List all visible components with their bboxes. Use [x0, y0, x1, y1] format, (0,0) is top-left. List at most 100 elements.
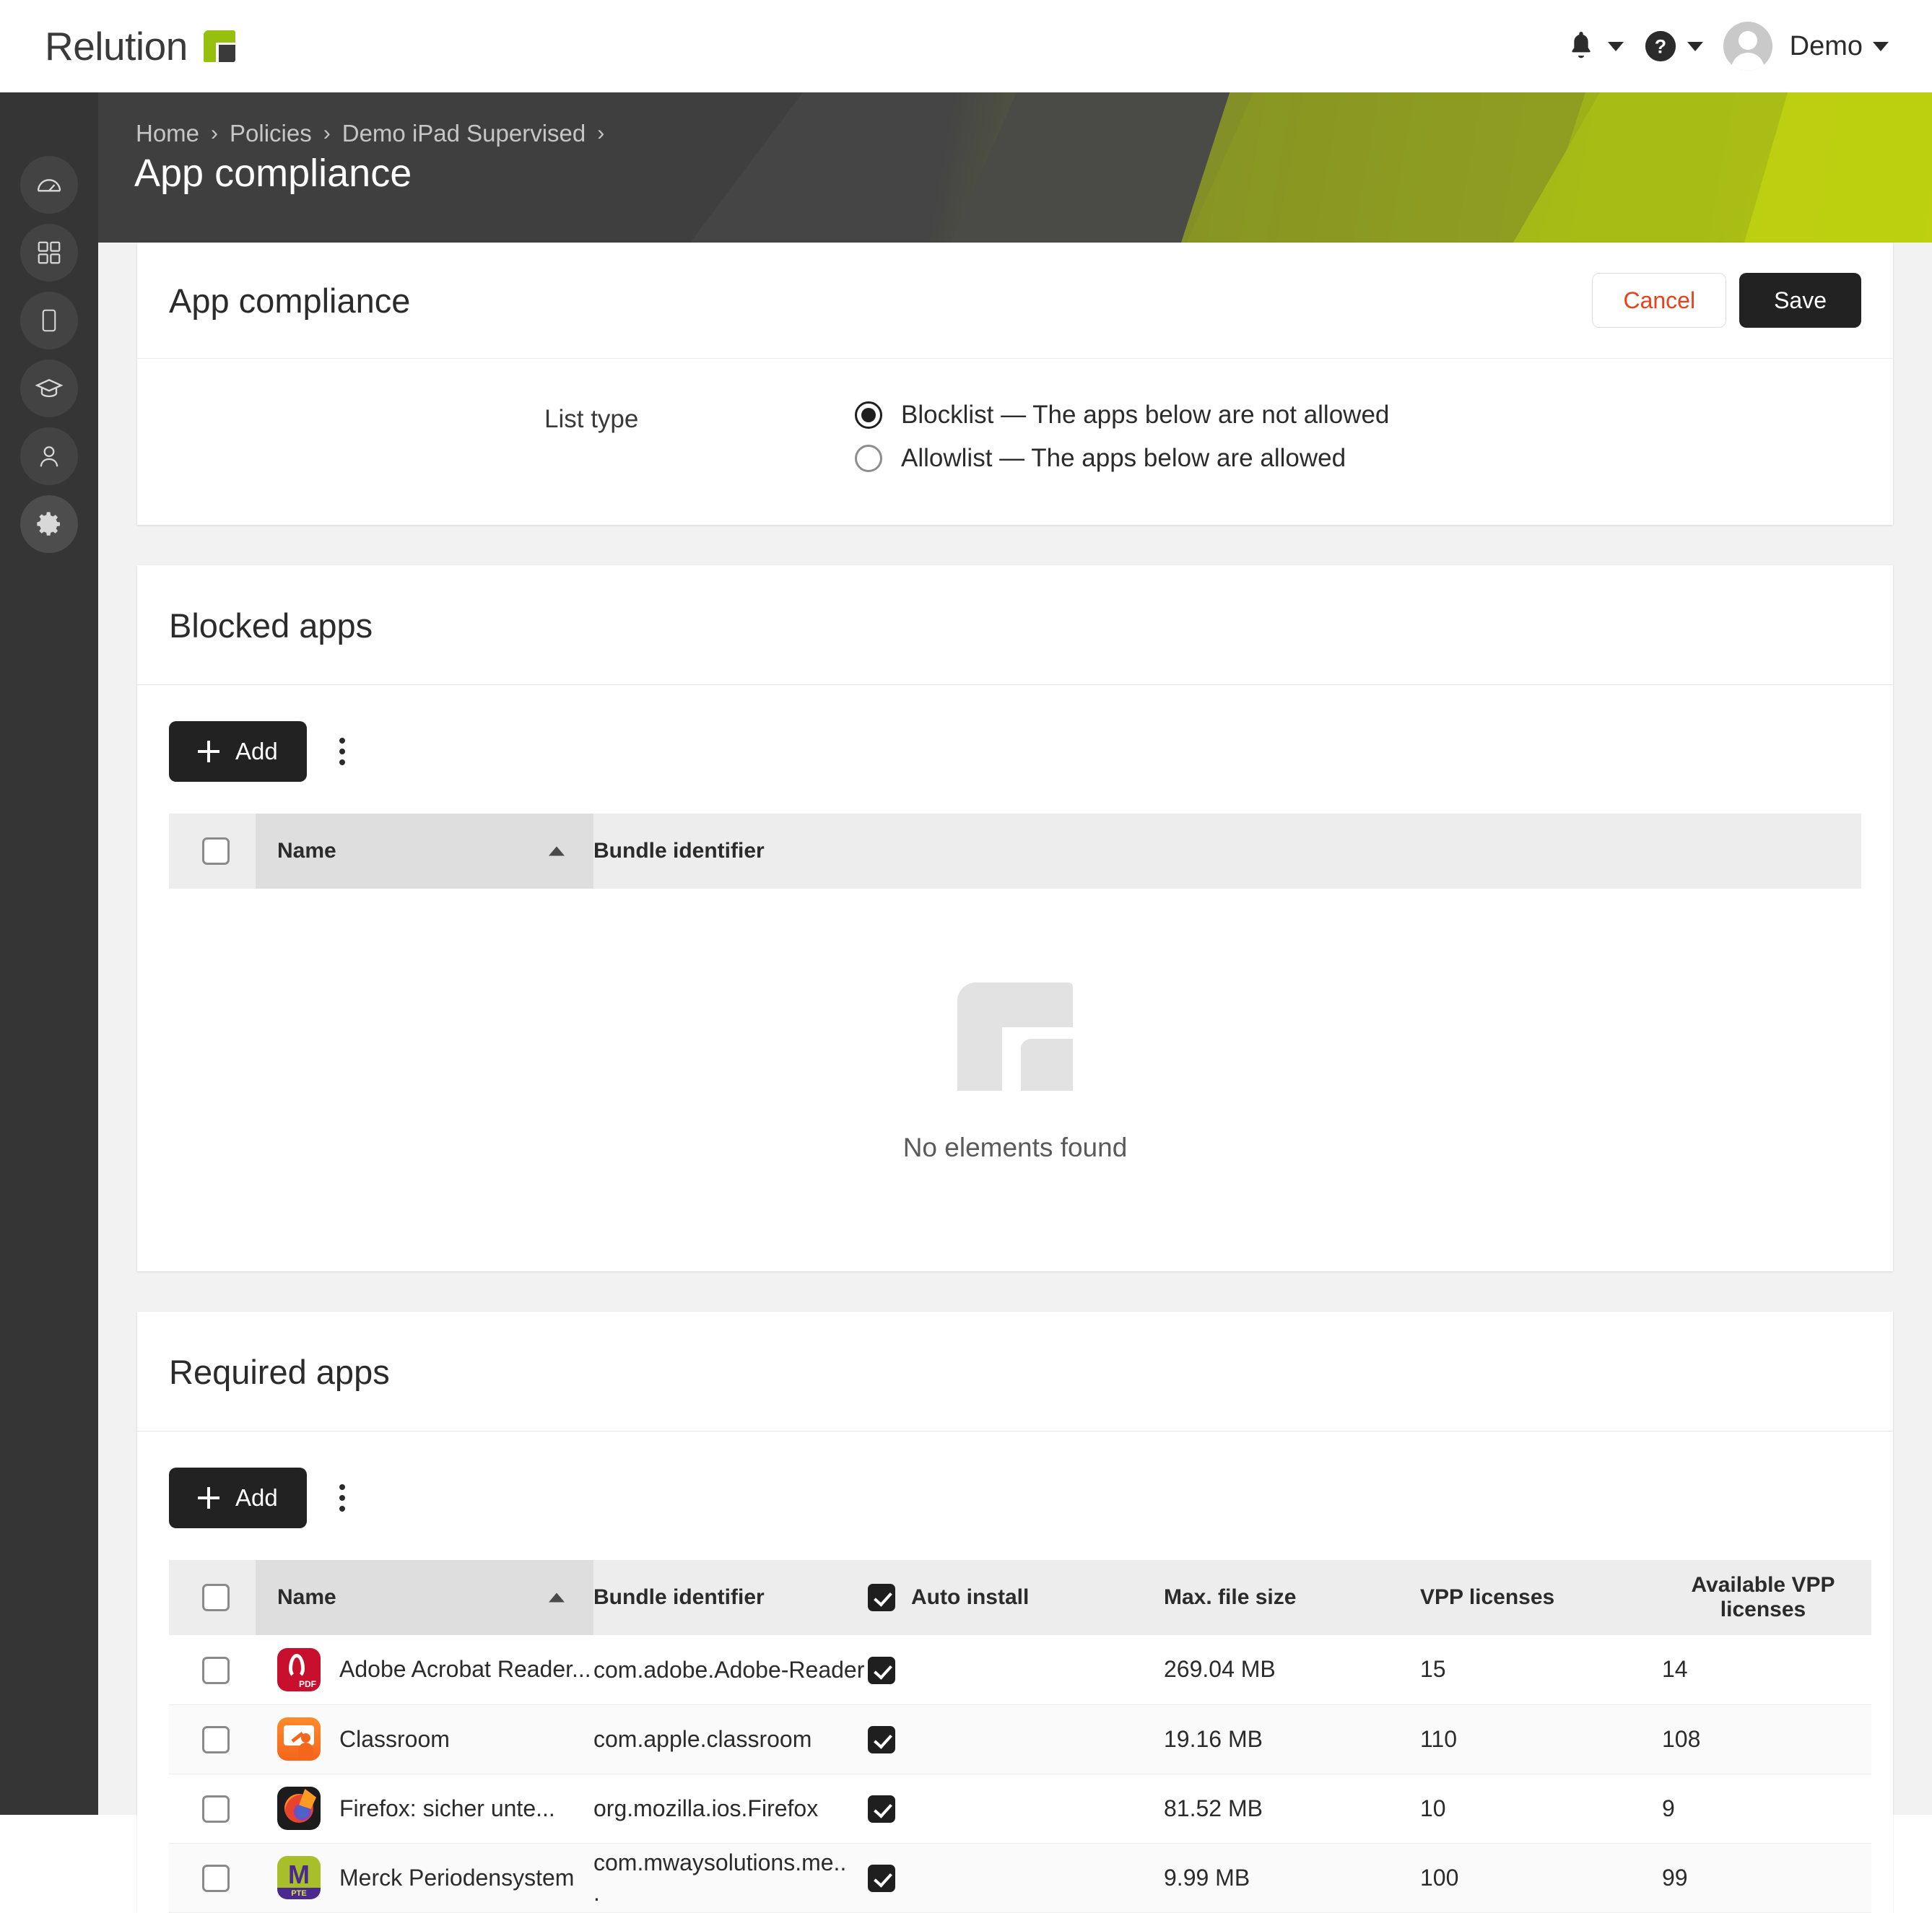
- max-file-size-label: 19.16 MB: [1164, 1725, 1263, 1752]
- auto-install-cell: [868, 1843, 1164, 1913]
- adobe-acrobat-reader-icon: PDF: [277, 1647, 321, 1691]
- select-all-checkbox[interactable]: [202, 837, 230, 865]
- vpp-licenses-label: 15: [1420, 1656, 1446, 1683]
- column-header-bundle[interactable]: Bundle identifier: [593, 814, 1861, 889]
- auto-install-cell: [868, 1704, 1164, 1774]
- row-checkbox[interactable]: [202, 1795, 230, 1823]
- plus-icon: [198, 1487, 219, 1509]
- breadcrumb-item-policies[interactable]: Policies: [230, 120, 312, 147]
- row-checkbox[interactable]: [202, 1864, 230, 1892]
- blocked-apps-kebab-menu-icon[interactable]: [323, 732, 362, 771]
- required-apps-kebab-menu-icon[interactable]: [323, 1478, 362, 1517]
- auto-install-checkbox[interactable]: [868, 1864, 895, 1892]
- bundle-identifier-cell: com.mwaysolutions.me...: [593, 1843, 868, 1913]
- auto-install-checkbox[interactable]: [868, 1795, 895, 1823]
- notifications-menu[interactable]: [1554, 30, 1634, 63]
- column-header-max-file-size[interactable]: Max. file size: [1164, 1560, 1420, 1635]
- sidebar-item-users[interactable]: [20, 427, 78, 485]
- breadcrumb-item-home[interactable]: Home: [136, 120, 199, 147]
- top-bar: Relution ? Demo: [0, 0, 1932, 92]
- top-bar-actions: ? Demo: [1554, 22, 1899, 71]
- chevron-down-icon: [1687, 41, 1703, 51]
- firefox-icon: [277, 1787, 321, 1830]
- relution-placeholder-icon: [957, 982, 1073, 1091]
- column-header-vpp-licenses-label: VPP licenses: [1420, 1585, 1555, 1609]
- table-row[interactable]: PDF Adobe Acrobat Reader... com.adobe.Adob…: [169, 1635, 1871, 1705]
- auto-install-checkbox[interactable]: [868, 1656, 895, 1684]
- auto-install-checkbox[interactable]: [868, 1725, 895, 1753]
- main-content: App compliance Cancel Save List type Blo…: [98, 243, 1932, 1913]
- auto-install-cell: [868, 1774, 1164, 1844]
- required-apps-table-head: Name Bundle identifier Auto install Max.…: [169, 1560, 1871, 1635]
- max-file-size-cell: 19.16 MB: [1164, 1704, 1420, 1774]
- sidebar-item-apps[interactable]: [20, 224, 78, 282]
- bundle-identifier-label: com.apple.classroom: [593, 1725, 812, 1752]
- radio-allowlist[interactable]: Allowlist — The apps below are allowed: [855, 444, 1389, 473]
- save-button[interactable]: Save: [1739, 273, 1861, 328]
- max-file-size-cell: 269.04 MB: [1164, 1635, 1420, 1705]
- sidebar-item-dashboard[interactable]: [20, 156, 78, 214]
- required-apps-add-label: Add: [235, 1484, 278, 1511]
- available-vpp-cell: 9: [1655, 1774, 1871, 1844]
- column-header-bundle[interactable]: Bundle identifier: [593, 1560, 868, 1635]
- vpp-licenses-label: 10: [1420, 1795, 1446, 1821]
- table-row[interactable]: M PTE Merck Periodensystem com.mwaysolution…: [169, 1843, 1871, 1913]
- table-row[interactable]: Classroom com.apple.classroom 19.16 MB 110 1…: [169, 1704, 1871, 1774]
- table-row[interactable]: Firefox: sicher unte... org.mozilla.ios.F…: [169, 1774, 1871, 1844]
- auto-install-header-checkbox[interactable]: [868, 1584, 895, 1611]
- apple-classroom-icon: [277, 1717, 321, 1761]
- gear-icon: [35, 510, 64, 539]
- sidebar: [0, 92, 98, 1815]
- svg-text:?: ?: [1654, 36, 1666, 58]
- row-checkbox[interactable]: [202, 1656, 230, 1684]
- user-menu[interactable]: Demo: [1713, 22, 1899, 71]
- column-header-name[interactable]: Name: [256, 1560, 593, 1635]
- app-name-label: Firefox: sicher unte...: [339, 1795, 555, 1821]
- user-icon: [35, 443, 63, 470]
- required-apps-card: Required apps Add Name Bundle identifier…: [137, 1312, 1893, 1913]
- available-vpp-label: 99: [1662, 1864, 1688, 1891]
- list-type-radio-group: Blocklist — The apps below are not allow…: [855, 401, 1389, 473]
- column-header-auto-install[interactable]: Auto install: [868, 1560, 1164, 1635]
- bundle-identifier-cell: com.adobe.Adobe-Reader: [593, 1635, 868, 1705]
- column-header-available-vpp[interactable]: Available VPP licenses: [1655, 1560, 1871, 1635]
- brand-logo[interactable]: Relution: [45, 23, 235, 69]
- table-header-row: Name Bundle identifier Auto install Max.…: [169, 1560, 1871, 1635]
- device-tablet-icon: [36, 307, 62, 334]
- sidebar-item-settings[interactable]: [20, 495, 78, 553]
- sidebar-item-education[interactable]: [20, 359, 78, 417]
- max-file-size-label: 269.04 MB: [1164, 1656, 1276, 1683]
- row-select-cell: [169, 1843, 256, 1913]
- vpp-licenses-label: 110: [1420, 1725, 1458, 1752]
- required-apps-title: Required apps: [169, 1353, 390, 1391]
- help-menu[interactable]: ?: [1634, 30, 1713, 63]
- avatar: [1723, 22, 1772, 71]
- bundle-identifier-label: com.mwaysolutions.me...: [593, 1849, 847, 1906]
- sidebar-item-devices[interactable]: [20, 292, 78, 349]
- relution-logo-icon: [203, 30, 235, 62]
- app-compliance-header: App compliance Cancel Save: [137, 243, 1893, 358]
- blocked-apps-header: Blocked apps: [137, 565, 1893, 685]
- blocked-apps-table: Name Bundle identifier: [169, 814, 1861, 889]
- column-header-name[interactable]: Name: [256, 814, 593, 889]
- radio-allowlist-label: Allowlist — The apps below are allowed: [901, 444, 1346, 472]
- dashboard-gauge-icon: [35, 170, 64, 199]
- chevron-right-icon: ›: [211, 121, 219, 145]
- radio-blocklist[interactable]: Blocklist — The apps below are not allow…: [855, 401, 1389, 430]
- auto-install-cell: [868, 1635, 1164, 1705]
- column-header-auto-install-label: Auto install: [911, 1585, 1030, 1609]
- select-all-checkbox[interactable]: [202, 1584, 230, 1611]
- required-apps-add-button[interactable]: Add: [169, 1468, 307, 1528]
- column-header-name-label: Name: [277, 839, 336, 863]
- max-file-size-cell: 9.99 MB: [1164, 1843, 1420, 1913]
- column-header-vpp-licenses[interactable]: VPP licenses: [1420, 1560, 1655, 1635]
- radio-unselected-icon: [855, 445, 882, 472]
- select-all-header: [169, 814, 256, 889]
- breadcrumb-item-policy[interactable]: Demo iPad Supervised: [342, 120, 586, 147]
- row-checkbox[interactable]: [202, 1725, 230, 1753]
- cancel-button[interactable]: Cancel: [1592, 273, 1727, 328]
- card-title: App compliance: [169, 281, 411, 320]
- required-apps-header: Required apps: [137, 1312, 1893, 1432]
- blocked-apps-card: Blocked apps Add Name Bundle identifier …: [137, 565, 1893, 1271]
- blocked-apps-add-button[interactable]: Add: [169, 721, 307, 782]
